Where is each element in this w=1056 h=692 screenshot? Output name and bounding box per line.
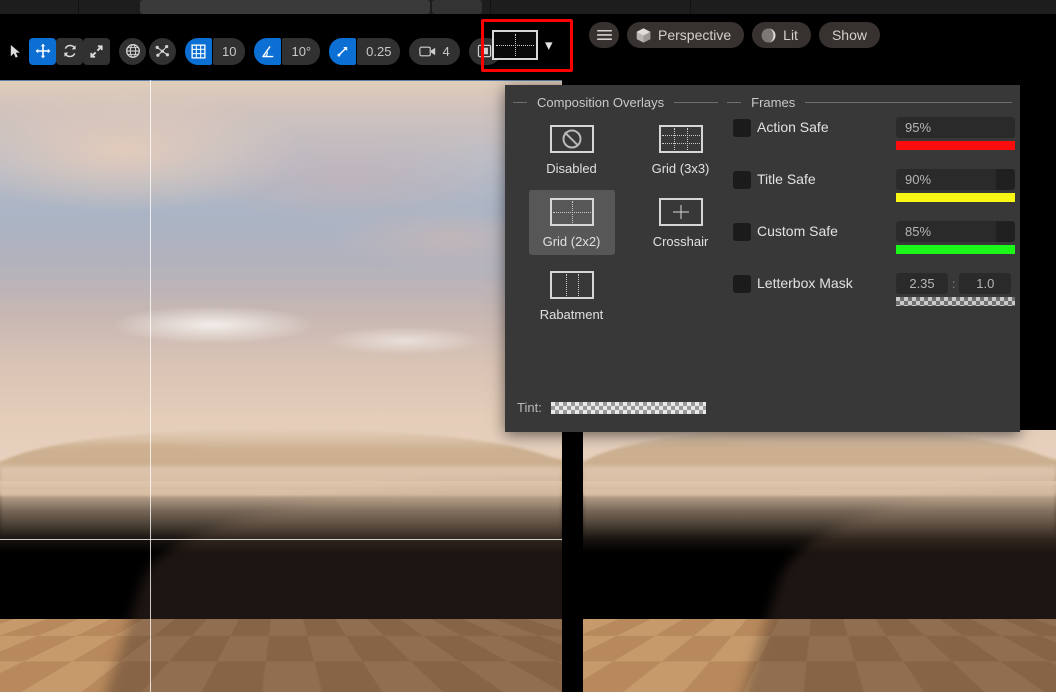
- custom-safe-color-bar[interactable]: [896, 245, 1015, 254]
- panel-section-headers: Composition Overlays Frames: [505, 93, 1020, 111]
- angle-snap-control[interactable]: 10°: [254, 38, 320, 65]
- crosshair-icon: [659, 198, 703, 226]
- overlay-option-label: Rabatment: [540, 307, 604, 322]
- rabatment-icon: [550, 271, 594, 299]
- no-entry-icon: [550, 125, 594, 153]
- viewport-pane-right[interactable]: [583, 430, 1056, 692]
- angle-icon[interactable]: [254, 38, 281, 65]
- viewport-menu-button[interactable]: [589, 22, 619, 48]
- overlay-option-label: Grid (3x3): [652, 161, 710, 176]
- action-safe-label: Action Safe: [757, 119, 896, 135]
- scale-tool-button[interactable]: [83, 38, 110, 65]
- camera-icon: [419, 45, 437, 58]
- composition-overlay-dropdown[interactable]: ▾: [492, 30, 553, 60]
- letterbox-color-swatch[interactable]: [896, 297, 1015, 306]
- select-tool-button[interactable]: [2, 38, 29, 65]
- chevron-down-icon[interactable]: ▾: [545, 38, 553, 53]
- overlay-option-disabled[interactable]: Disabled: [529, 117, 615, 182]
- rotate-tool-button[interactable]: [56, 38, 83, 65]
- letterbox-mask-checkbox[interactable]: [733, 275, 751, 293]
- grid-3x3-icon: [659, 125, 703, 153]
- atmospheric-haze: [0, 466, 562, 539]
- grid-2x2-icon: [550, 198, 594, 226]
- viewport-chrome-bar: Perspective Lit Show: [589, 22, 880, 48]
- grid-icon[interactable]: [185, 38, 212, 65]
- view-mode-button[interactable]: Perspective: [627, 22, 744, 48]
- overlay-option-crosshair[interactable]: Crosshair: [638, 190, 724, 255]
- frames-title: Frames: [751, 95, 795, 110]
- cube-icon: [635, 27, 652, 44]
- composition-overlays-title: Composition Overlays: [537, 95, 664, 110]
- viewport-focus-border: [0, 80, 562, 81]
- scale-snap-value[interactable]: 0.25: [357, 38, 400, 65]
- title-safe-label: Title Safe: [757, 171, 896, 187]
- title-safe-value[interactable]: 90%: [896, 169, 1015, 190]
- title-safe-color-bar[interactable]: [896, 193, 1015, 202]
- desert-scene-right: [583, 430, 1056, 692]
- action-safe-checkbox[interactable]: [733, 119, 751, 137]
- custom-safe-value[interactable]: 85%: [896, 221, 1015, 242]
- viewport-screen: 10 10° 0.25 4 ▾ Perspective Lit Show Com…: [0, 0, 1056, 692]
- action-safe-value[interactable]: 95%: [896, 117, 1015, 138]
- frames-list: Action Safe 95% Title Safe 90% Custom Sa…: [733, 117, 1015, 325]
- lit-sphere-icon: [760, 27, 777, 44]
- overlay-option-label: Grid (2x2): [543, 234, 601, 249]
- grid-snap-value[interactable]: 10: [213, 38, 245, 65]
- action-safe-color-bar[interactable]: [896, 141, 1015, 150]
- frame-row-letterbox-mask: Letterbox Mask 2.35 : 1.0: [733, 273, 1015, 325]
- custom-safe-checkbox[interactable]: [733, 223, 751, 241]
- custom-safe-label: Custom Safe: [757, 223, 896, 239]
- grid-snap-control[interactable]: 10: [185, 38, 245, 65]
- overlay-option-label: Crosshair: [653, 234, 709, 249]
- grid-2x2-preview-icon: [492, 30, 538, 60]
- overlay-option-grid-3x3[interactable]: Grid (3x3): [638, 117, 724, 182]
- tint-color-swatch[interactable]: [551, 402, 706, 414]
- camera-speed-control[interactable]: 4: [409, 38, 459, 65]
- show-menu-button[interactable]: Show: [819, 22, 880, 48]
- overlay-option-rabatment[interactable]: Rabatment: [529, 263, 615, 328]
- frame-row-title-safe: Title Safe 90%: [733, 169, 1015, 221]
- overlay-dropdown-highlight: ▾: [481, 19, 573, 72]
- lighting-mode-label: Lit: [783, 27, 798, 43]
- composition-overlays-panel: Composition Overlays Frames Disabled Gri…: [505, 85, 1020, 432]
- lighting-mode-button[interactable]: Lit: [752, 22, 811, 48]
- scale-arrow-icon[interactable]: [329, 38, 356, 65]
- coordinate-system-button[interactable]: [119, 38, 146, 65]
- move-tool-button[interactable]: [29, 38, 56, 65]
- editor-toolbar-strip: [0, 0, 1056, 14]
- hamburger-menu-icon: [597, 29, 612, 41]
- letterbox-ratio-separator: :: [952, 277, 955, 291]
- scale-snap-control[interactable]: 0.25: [329, 38, 400, 65]
- overlay-mode-grid: Disabled Grid (3x3) Grid (2x2) Crosshair…: [517, 117, 730, 328]
- tint-row: Tint:: [517, 400, 706, 415]
- desert-scene-left: [0, 80, 562, 692]
- letterbox-mask-label: Letterbox Mask: [757, 275, 896, 291]
- surface-snapping-button[interactable]: [149, 38, 176, 65]
- frame-row-action-safe: Action Safe 95%: [733, 117, 1015, 169]
- clouds: [0, 80, 562, 475]
- letterbox-ratio-width[interactable]: 2.35: [896, 273, 948, 294]
- camera-speed-value[interactable]: 4: [442, 44, 449, 59]
- view-mode-label: Perspective: [658, 27, 731, 43]
- letterbox-ratio-height[interactable]: 1.0: [959, 273, 1011, 294]
- title-safe-checkbox[interactable]: [733, 171, 751, 189]
- show-menu-label: Show: [832, 27, 867, 43]
- frame-row-custom-safe: Custom Safe 85%: [733, 221, 1015, 273]
- viewport-pane-left[interactable]: [0, 80, 562, 692]
- tint-label: Tint:: [517, 400, 542, 415]
- overlay-option-grid-2x2[interactable]: Grid (2x2): [529, 190, 615, 255]
- angle-snap-value[interactable]: 10°: [282, 38, 320, 65]
- overlay-option-label: Disabled: [546, 161, 597, 176]
